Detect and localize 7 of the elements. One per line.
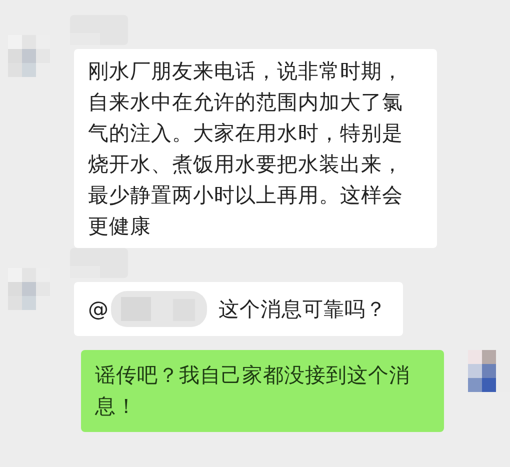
message-text: 这个消息可靠吗？ xyxy=(218,296,386,322)
blurred-avatar xyxy=(8,268,50,310)
blurred-avatar xyxy=(8,35,50,77)
message-text: 刚水厂朋友来电话，说非常时期，自来水中在允许的范围内加大了氯气的注入。大家在用水时，特别是烧开水、煮饭用水要把水装出来，最少静置两小时以上再用。这样会更健康 xyxy=(88,59,403,238)
blurred-name xyxy=(70,248,128,278)
message-text: 谣传吧？我自己家都没接到这个消息！ xyxy=(95,363,410,418)
mention-sign: @ xyxy=(88,296,108,322)
